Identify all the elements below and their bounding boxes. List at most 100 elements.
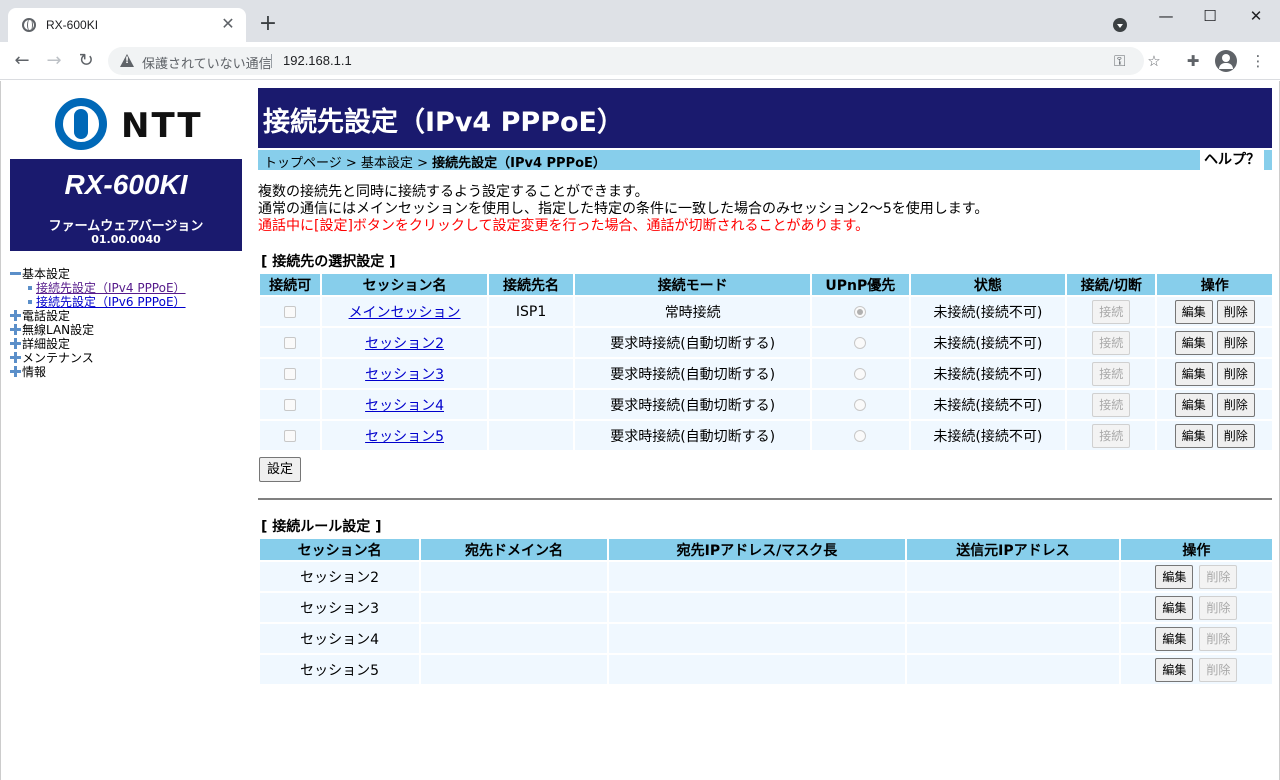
help-link[interactable]: ヘルプ？: [1200, 150, 1264, 170]
connectable-checkbox[interactable]: [284, 429, 297, 442]
nav-label[interactable]: 無線LAN設定: [22, 323, 94, 337]
window-close-button[interactable]: ✕: [1236, 4, 1276, 28]
delete-button[interactable]: 削除: [1199, 595, 1238, 620]
nav-label[interactable]: 基本設定: [22, 267, 70, 281]
operation-cell: 編集 削除: [1120, 655, 1272, 684]
session-cell: セッション2: [260, 562, 420, 591]
nav-label[interactable]: 詳細設定: [22, 337, 70, 351]
session-link[interactable]: セッション2: [365, 336, 444, 352]
nav-label[interactable]: 情報: [22, 365, 46, 379]
edit-button[interactable]: 編集: [1174, 361, 1213, 386]
new-tab-button[interactable]: +: [256, 12, 280, 36]
upnp-radio[interactable]: [854, 398, 867, 411]
status-cell: 未接続(接続不可): [910, 297, 1066, 326]
nav-phone-settings[interactable]: 電話設定: [10, 309, 245, 323]
nav-link[interactable]: 接続先設定（IPv6 PPPoE）: [36, 295, 186, 309]
edit-button[interactable]: 編集: [1174, 299, 1213, 324]
forward-arrow-icon[interactable]: →: [42, 49, 66, 73]
plus-icon[interactable]: [10, 352, 21, 363]
nav-ipv6-pppoe[interactable]: 接続先設定（IPv6 PPPoE）: [10, 295, 245, 309]
col-status: 状態: [910, 274, 1066, 295]
connectable-checkbox[interactable]: [284, 398, 297, 411]
delete-button[interactable]: 削除: [1216, 392, 1255, 417]
nav-maintenance[interactable]: メンテナンス: [10, 351, 245, 365]
url-text[interactable]: 192.168.1.1: [283, 53, 352, 68]
edit-button[interactable]: 編集: [1155, 595, 1194, 620]
connectable-checkbox[interactable]: [284, 367, 297, 380]
nav-ipv4-pppoe[interactable]: 接続先設定（IPv4 PPPoE）: [10, 281, 245, 295]
logo-text: NTT: [121, 106, 203, 146]
profile-avatar-icon[interactable]: [1215, 50, 1237, 72]
breadcrumb-basic[interactable]: 基本設定: [361, 156, 413, 171]
edit-button[interactable]: 編集: [1155, 564, 1194, 589]
minimize-button[interactable]: —: [1146, 4, 1186, 28]
menu-kebab-icon[interactable]: ⋮: [1247, 50, 1269, 72]
selection-section-title: [ 接続先の選択設定 ]: [261, 254, 396, 270]
delete-button[interactable]: 削除: [1199, 657, 1238, 682]
upnp-radio[interactable]: [854, 336, 867, 349]
nav-label[interactable]: 電話設定: [22, 309, 70, 323]
set-button[interactable]: 設定: [259, 457, 302, 482]
page-title-bar: 接続先設定（IPv4 PPPoE）: [258, 88, 1272, 148]
connect-button[interactable]: 接続: [1092, 299, 1131, 324]
browser-tab[interactable]: RX-600KI ✕: [8, 8, 246, 42]
maximize-button[interactable]: ☐: [1190, 4, 1230, 28]
address-bar[interactable]: 保護されていない通信 192.168.1.1 ⚿: [108, 47, 1144, 75]
nav-label[interactable]: メンテナンス: [22, 351, 94, 365]
plus-icon[interactable]: [10, 310, 21, 321]
reload-icon[interactable]: ↻: [74, 49, 98, 73]
session-cell: セッション4: [260, 624, 420, 653]
upnp-radio[interactable]: [854, 305, 867, 318]
connect-button[interactable]: 接続: [1092, 423, 1131, 448]
delete-button[interactable]: 削除: [1216, 423, 1255, 448]
session-link[interactable]: セッション5: [365, 429, 444, 445]
delete-button[interactable]: 削除: [1216, 299, 1255, 324]
warning-text: 通話中に[設定]ボタンをクリックして設定変更を行った場合、通話が切断されることが…: [258, 218, 870, 234]
not-secure-label[interactable]: 保護されていない通信: [142, 53, 272, 72]
star-icon[interactable]: ☆: [1143, 50, 1165, 72]
close-tab-icon[interactable]: ✕: [218, 14, 238, 34]
edit-button[interactable]: 編集: [1155, 626, 1194, 651]
session-link[interactable]: セッション3: [365, 367, 444, 383]
upnp-radio[interactable]: [854, 367, 867, 380]
connect-button[interactable]: 接続: [1092, 392, 1131, 417]
domain-cell: [421, 624, 607, 653]
connect-button[interactable]: 接続: [1092, 361, 1131, 386]
plus-icon[interactable]: [10, 324, 21, 335]
connectable-checkbox[interactable]: [284, 305, 297, 318]
edit-button[interactable]: 編集: [1155, 657, 1194, 682]
nav-link[interactable]: 接続先設定（IPv4 PPPoE）: [36, 281, 186, 295]
edit-button[interactable]: 編集: [1174, 330, 1213, 355]
connect-cell: 接続: [1067, 390, 1156, 419]
src-ip-cell: [907, 562, 1119, 591]
nav-wireless-settings[interactable]: 無線LAN設定: [10, 323, 245, 337]
session-name-cell: セッション3: [322, 359, 487, 388]
edit-button[interactable]: 編集: [1174, 423, 1213, 448]
edit-button[interactable]: 編集: [1174, 392, 1213, 417]
nav-advanced-settings[interactable]: 詳細設定: [10, 337, 245, 351]
delete-button[interactable]: 削除: [1216, 330, 1255, 355]
key-icon[interactable]: ⚿: [1114, 52, 1125, 70]
plus-icon[interactable]: [10, 338, 21, 349]
warning-icon: [120, 54, 134, 67]
breadcrumb-top[interactable]: トップページ: [264, 156, 342, 171]
back-arrow-icon[interactable]: ←: [10, 49, 34, 73]
minus-icon[interactable]: [10, 268, 21, 279]
nav-basic-settings[interactable]: 基本設定: [10, 267, 245, 281]
session-link[interactable]: セッション4: [365, 398, 444, 414]
extensions-icon[interactable]: ✚: [1182, 50, 1204, 72]
session-link[interactable]: メインセッション: [349, 305, 461, 321]
connect-button[interactable]: 接続: [1092, 330, 1131, 355]
delete-button[interactable]: 削除: [1216, 361, 1255, 386]
connectable-checkbox[interactable]: [284, 336, 297, 349]
delete-button[interactable]: 削除: [1199, 564, 1238, 589]
upnp-radio[interactable]: [854, 429, 867, 442]
media-indicator-icon[interactable]: [1113, 18, 1127, 32]
table-row: セッション4 要求時接続(自動切断する) 未接続(接続不可) 接続 編集 削除: [260, 390, 1272, 419]
nav-info[interactable]: 情報: [10, 365, 245, 379]
dest-name-cell: ISP1: [488, 297, 574, 326]
session-name-cell: セッション2: [322, 328, 487, 357]
plus-icon[interactable]: [10, 366, 21, 377]
delete-button[interactable]: 削除: [1199, 626, 1238, 651]
sidebar-nav: 基本設定 接続先設定（IPv4 PPPoE） 接続先設定（IPv6 PPPoE）…: [10, 267, 245, 379]
